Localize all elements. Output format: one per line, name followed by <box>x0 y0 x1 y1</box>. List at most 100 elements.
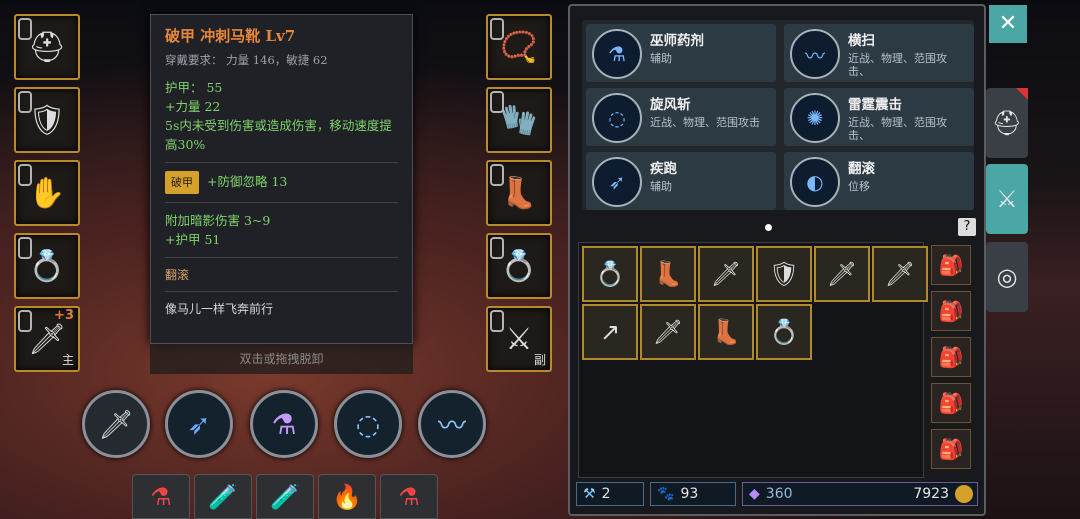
skill-card[interactable]: 〰横扫近战、物理、范围攻击、 <box>784 24 974 82</box>
help-icon[interactable]: ? <box>958 218 976 236</box>
inventory-slot[interactable]: 🛡 <box>756 246 812 302</box>
bag-slot[interactable]: 🎒 <box>931 337 971 377</box>
inventory-slot[interactable]: 💍 <box>756 304 812 360</box>
item-tooltip: 破甲 冲刺马靴 Lv7 穿戴要求： 力量 146，敏捷 62 护甲： 55 +力… <box>150 14 413 344</box>
potion-slot-4[interactable]: ⚗ <box>380 474 438 519</box>
tab-skills[interactable]: ⚔ <box>986 164 1028 234</box>
skill-desc: 近战、物理、范围攻击、 <box>848 52 947 78</box>
spear-icon: ↗ <box>599 318 621 346</box>
boots-icon: 👢 <box>653 260 683 288</box>
equip-right-slot-offhand[interactable]: ⚔ 副 <box>486 306 552 372</box>
inventory-slot[interactable]: 🗡 <box>872 246 928 302</box>
sword-icon: 🗡 <box>98 407 134 441</box>
skill-desc: 近战、物理、范围攻击 <box>650 116 760 129</box>
equip-left-slot-gauntlet[interactable]: ✋ <box>14 160 80 226</box>
hammer-icon: ⚒ <box>583 486 596 502</box>
skill-card[interactable]: ✺ 雷霆震击 近战、物理、范围攻击、 <box>784 88 974 146</box>
armor-icon: 🛡 <box>768 260 800 288</box>
inventory-slot[interactable]: 💍 <box>582 246 638 302</box>
skill-name: 巫师药剂 <box>650 33 704 49</box>
sprint-icon: ➶ <box>592 157 642 207</box>
ring-icon: 💍 <box>28 248 66 284</box>
hammer-stat: ⚒ 2 <box>576 482 644 506</box>
boots-icon: 👢 <box>500 175 538 211</box>
chain-icon <box>18 164 32 186</box>
whirlwind-icon: ◌ <box>355 407 381 441</box>
chain-icon <box>490 310 504 332</box>
inventory-slot[interactable]: 👢 <box>698 304 754 360</box>
chain-icon <box>490 237 504 259</box>
item-stat-speed: 5s内未受到伤害或造成伤害，移动速度提高30% <box>165 118 392 152</box>
chain-icon <box>490 164 504 186</box>
helmet-icon: ⛑ <box>27 29 67 65</box>
inventory-slot[interactable]: ↗ <box>582 304 638 360</box>
red-flask-icon: ⚗ <box>398 482 420 511</box>
thunder-icon: ✺ <box>790 93 840 143</box>
potion-slot-1[interactable]: ⚗ <box>132 474 190 519</box>
backpack-icon: 🎒 <box>938 391 964 415</box>
inventory-slot[interactable]: 🗡 <box>698 246 754 302</box>
equip-left-slot-armor[interactable]: 🛡 <box>14 87 80 153</box>
unequip-hint: 双击或拖拽脱卸 <box>150 344 413 374</box>
campfire-slot[interactable]: 🔥 <box>318 474 376 519</box>
equip-right-slot-amulet[interactable]: 📿 <box>486 14 552 80</box>
roll-icon: ◐ <box>790 157 840 207</box>
inventory-panel: ⚗ 巫师药剂 辅助 〰横扫 近战、物理、范围攻击、 ◌ 旋风斩 近战、物理、范围攻击 ✺ 雷霆震击… <box>568 4 986 516</box>
skill-slot-potion[interactable]: ⚗ <box>250 390 318 458</box>
target-icon: ◎ <box>996 263 1018 291</box>
tab-equipment[interactable]: ⛑ <box>986 88 1028 158</box>
skill-desc: 位移 <box>848 180 870 193</box>
attack-skill-button[interactable]: 🗡 <box>82 390 150 458</box>
sword-icon: ⚔ <box>505 321 533 357</box>
bag-slot[interactable]: 🎒 <box>931 383 971 423</box>
item-requirement: 穿戴要求： 力量 146，敏捷 62 <box>165 53 328 67</box>
potion-slot-2[interactable]: 🧪 <box>194 474 252 519</box>
item-skill: 翻滚 <box>165 268 190 282</box>
chain-icon <box>18 91 32 113</box>
skill-desc: 辅助 <box>650 180 672 193</box>
backpack-icon: 🎒 <box>938 345 964 369</box>
gold-count: 7923 <box>913 486 949 502</box>
backpack-icon: 🎒 <box>938 437 964 461</box>
sword-icon: 🗡 <box>826 260 858 288</box>
equip-right-slot-boots[interactable]: 👢 <box>486 160 552 226</box>
campfire-icon: 🔥 <box>332 482 362 511</box>
skill-card[interactable]: ◐ 翻滚 位移 <box>784 152 974 210</box>
amulet-icon: 📿 <box>500 29 538 65</box>
close-button[interactable]: ✕ <box>989 5 1027 43</box>
skill-card[interactable]: ◌ 旋风斩 近战、物理、范围攻击 <box>586 88 776 146</box>
equip-right-slot-gloves[interactable]: 🧤 <box>486 87 552 153</box>
sprint-icon: ➶ <box>187 407 211 441</box>
equip-left-slot-helmet[interactable]: ⛑ <box>14 14 80 80</box>
equip-left-slot-weapon[interactable]: 🗡 主 +3 <box>14 306 80 372</box>
skill-name: 雷霆震击 <box>848 97 902 113</box>
inventory-slot[interactable]: 👢 <box>640 246 696 302</box>
bag-slot[interactable]: 🎒 <box>931 245 971 285</box>
skill-card[interactable]: ⚗ 巫师药剂 辅助 <box>586 24 776 82</box>
skill-slot-sprint[interactable]: ➶ <box>165 390 233 458</box>
skill-slot-whirlwind[interactable]: ◌ <box>334 390 402 458</box>
inventory-slot[interactable]: 🗡 <box>640 304 696 360</box>
equip-left-slot-ring[interactable]: 💍 <box>14 233 80 299</box>
pet-stat: 🐾 93 <box>650 482 736 506</box>
tab-settings[interactable]: ◎ <box>986 242 1028 312</box>
bag-slot[interactable]: 🎒 <box>931 291 971 331</box>
chain-icon <box>490 18 504 40</box>
crossed-swords-icon: ⚔ <box>996 185 1018 213</box>
chain-icon <box>18 310 32 332</box>
gem-count: 360 <box>765 486 793 502</box>
helmet-icon: ⛑ <box>991 109 1023 137</box>
sweep-icon: 〰 <box>790 29 840 79</box>
potion-slot-3[interactable]: 🧪 <box>256 474 314 519</box>
skill-card[interactable]: ➶ 疾跑 辅助 <box>586 152 776 210</box>
equip-right-slot-ring2[interactable]: 💍 <box>486 233 552 299</box>
skill-slot-sweep[interactable]: 〰 <box>418 390 486 458</box>
bag-slot[interactable]: 🎒 <box>931 429 971 469</box>
potion-skill-icon: ⚗ <box>592 29 642 79</box>
ring-icon: 💍 <box>500 248 538 284</box>
inventory-slot[interactable]: 🗡 <box>814 246 870 302</box>
whirlwind-icon: ◌ <box>592 93 642 143</box>
skill-name: 横扫 <box>848 33 875 49</box>
sword-icon: 🗡 <box>27 321 67 357</box>
gloves-icon: 🧤 <box>500 102 538 138</box>
